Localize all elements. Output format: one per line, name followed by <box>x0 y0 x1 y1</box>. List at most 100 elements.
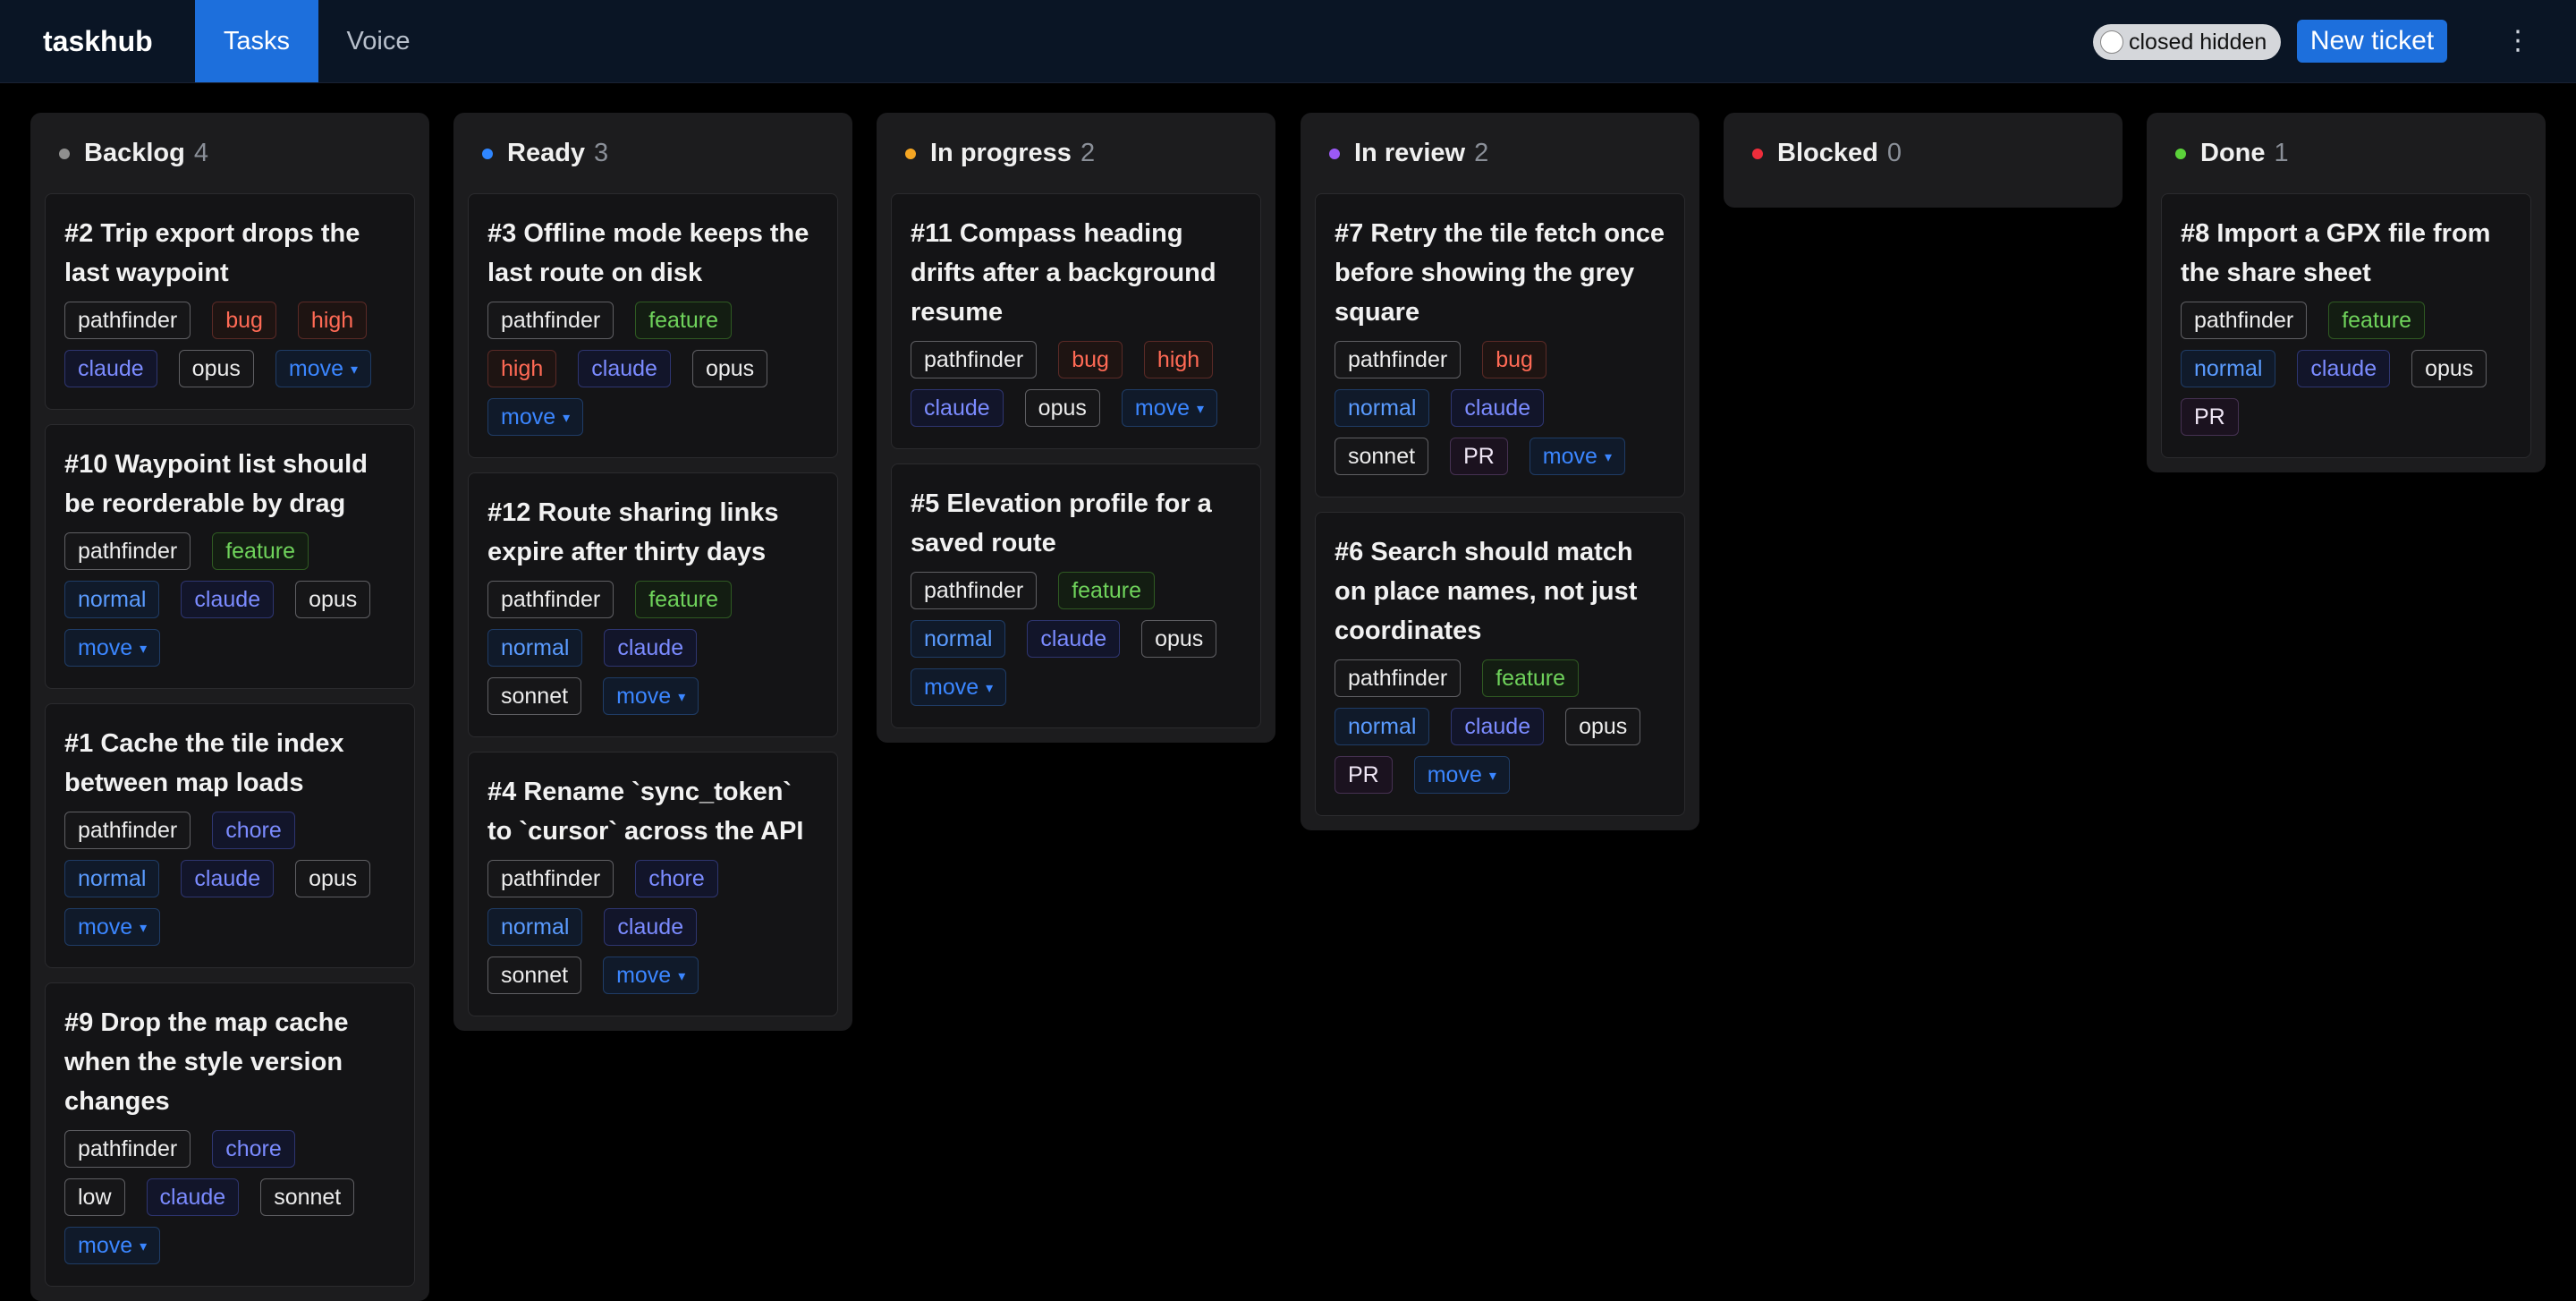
column-count: 2 <box>1474 139 1489 167</box>
tag-normal: normal <box>64 581 160 618</box>
ticket-title[interactable]: #9 Drop the map cache when the style ver… <box>64 1003 396 1121</box>
ticket-tags: pathfinder bug high claude opus move ▾ <box>64 302 396 398</box>
status-dot-icon <box>1752 149 1763 159</box>
move-button[interactable]: move ▾ <box>1529 438 1625 475</box>
status-dot-icon <box>905 149 916 159</box>
column-title: Backlog 4 <box>84 113 208 193</box>
closed-hidden-toggle[interactable]: closed hidden <box>2093 24 2281 60</box>
move-label: move <box>616 684 672 709</box>
move-button[interactable]: move ▾ <box>64 908 161 946</box>
column-blocked: Blocked 0 <box>1724 113 2123 208</box>
tag-claude: claude <box>604 908 698 946</box>
move-button[interactable]: move ▾ <box>275 350 372 387</box>
move-button[interactable]: move ▾ <box>64 1227 161 1264</box>
top-bar: taskhub Tasks Voice closed hidden New ti… <box>0 0 2576 83</box>
tag-pathfinder: pathfinder <box>64 532 191 570</box>
column-in-review: In review 2 #7 Retry the tile fetch once b… <box>1301 113 1699 830</box>
ticket-tags: pathfinder feature normal claude opus PR move ▾ <box>1335 659 1666 804</box>
ticket-card[interactable]: #6 Search should match on place names, n… <box>1315 512 1685 816</box>
ticket-title[interactable]: #6 Search should match on place names, n… <box>1335 532 1666 650</box>
ticket-card[interactable]: #9 Drop the map cache when the style ver… <box>45 982 415 1287</box>
tag-opus: opus <box>295 581 371 618</box>
ticket-title[interactable]: #11 Compass heading drifts after a backg… <box>911 214 1242 332</box>
tag-pathfinder: pathfinder <box>911 572 1038 609</box>
ticket-title[interactable]: #10 Waypoint list should be reorderable … <box>64 445 396 523</box>
ticket-card[interactable]: #8 Import a GPX file from the share shee… <box>2161 193 2531 458</box>
move-button[interactable]: move ▾ <box>603 957 699 994</box>
move-button[interactable]: move ▾ <box>64 629 161 667</box>
move-button[interactable]: move ▾ <box>603 677 699 715</box>
tag-normal: normal <box>1335 389 1430 427</box>
tag-bug: bug <box>212 302 276 339</box>
ticket-title[interactable]: #7 Retry the tile fetch once before show… <box>1335 214 1666 332</box>
tag-opus: opus <box>1141 620 1217 658</box>
tag-opus: opus <box>1565 708 1641 745</box>
ticket-tags: pathfinder feature normal claude sonnet move ▾ <box>487 581 819 726</box>
ticket-title[interactable]: #8 Import a GPX file from the share shee… <box>2181 214 2512 293</box>
move-button[interactable]: move ▾ <box>487 398 584 436</box>
column-header: Blocked 0 <box>1738 113 2108 193</box>
tag-pathfinder: pathfinder <box>64 302 191 339</box>
ticket-card[interactable]: #2 Trip export drops the last waypoint pa… <box>45 193 415 410</box>
tag-feature: feature <box>1058 572 1156 609</box>
tag-normal: normal <box>2181 350 2276 387</box>
tag-pr: PR <box>2181 398 2239 436</box>
move-button[interactable]: move ▾ <box>1413 756 1510 794</box>
tag-normal: normal <box>1335 708 1430 745</box>
status-dot-icon <box>2175 149 2186 159</box>
column-header: In progress 2 <box>891 113 1261 193</box>
tag-claude: claude <box>2297 350 2391 387</box>
toggle-label: closed hidden <box>2129 30 2267 55</box>
ticket-card[interactable]: #10 Waypoint list should be reorderable … <box>45 424 415 689</box>
ticket-tags: pathfinder feature normal claude opus move ▾ <box>911 572 1242 717</box>
chevron-down-icon: ▾ <box>140 1239 148 1254</box>
tab-tasks[interactable]: Tasks <box>195 0 318 82</box>
status-dot-icon <box>482 149 493 159</box>
tag-claude: claude <box>181 860 275 897</box>
ticket-card[interactable]: #4 Rename `sync_token` to `cursor` acros… <box>468 752 838 1016</box>
column-backlog: Backlog 4 #2 Trip export drops the last wa… <box>30 113 429 1301</box>
move-button[interactable]: move ▾ <box>1121 389 1218 427</box>
tag-sonnet: sonnet <box>487 677 582 715</box>
column-title: Done 1 <box>2200 113 2289 193</box>
column-title: In progress 2 <box>930 113 1095 193</box>
move-label: move <box>78 914 133 940</box>
toggle-knob <box>2100 30 2123 54</box>
ticket-title[interactable]: #2 Trip export drops the last waypoint <box>64 214 396 293</box>
move-button[interactable]: move ▾ <box>911 668 1007 706</box>
new-ticket-button[interactable]: New ticket <box>2297 20 2447 63</box>
ticket-title[interactable]: #5 Elevation profile for a saved route <box>911 484 1242 563</box>
status-dot-icon <box>59 149 70 159</box>
column-title: Blocked 0 <box>1777 113 1902 193</box>
move-label: move <box>78 635 133 660</box>
tag-pathfinder: pathfinder <box>1335 341 1462 378</box>
tag-pathfinder: pathfinder <box>64 1130 191 1168</box>
ticket-title[interactable]: #3 Offline mode keeps the last route on … <box>487 214 819 293</box>
ticket-title[interactable]: #4 Rename `sync_token` to `cursor` acros… <box>487 772 819 851</box>
ticket-title[interactable]: #12 Route sharing links expire after thi… <box>487 493 819 572</box>
tab-voice[interactable]: Voice <box>318 0 438 82</box>
ticket-card[interactable]: #3 Offline mode keeps the last route on … <box>468 193 838 458</box>
tag-low: low <box>64 1178 125 1216</box>
ticket-card[interactable]: #1 Cache the tile index between map load… <box>45 703 415 968</box>
ticket-tags: pathfinder feature high claude opus move ▾ <box>487 302 819 446</box>
chevron-down-icon: ▾ <box>1488 769 1496 784</box>
ticket-card[interactable]: #5 Elevation profile for a saved route pa… <box>891 463 1261 728</box>
column-count: 3 <box>594 139 609 167</box>
ticket-card[interactable]: #7 Retry the tile fetch once before show… <box>1315 193 1685 497</box>
column-count: 0 <box>1886 139 1902 167</box>
ticket-card[interactable]: #11 Compass heading drifts after a backg… <box>891 193 1261 449</box>
column-count: 2 <box>1080 139 1096 167</box>
more-menu-icon[interactable]: ⋮ <box>2504 20 2531 63</box>
ticket-tags: pathfinder bug normal claude sonnet PR move ▾ <box>1335 341 1666 486</box>
tag-sonnet: sonnet <box>1335 438 1429 475</box>
ticket-card[interactable]: #12 Route sharing links expire after thi… <box>468 472 838 737</box>
tag-opus: opus <box>691 350 768 387</box>
tag-sonnet: sonnet <box>487 957 582 994</box>
tag-claude: claude <box>64 350 157 387</box>
column-title-text: Done <box>2200 139 2266 167</box>
tag-pr: PR <box>1450 438 1508 475</box>
tag-claude: claude <box>911 389 1004 427</box>
tag-pr: PR <box>1335 756 1393 794</box>
ticket-title[interactable]: #1 Cache the tile index between map load… <box>64 724 396 803</box>
